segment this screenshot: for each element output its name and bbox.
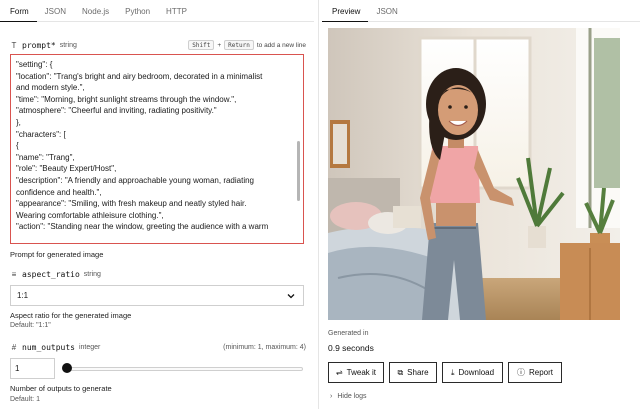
- prompt-line: and modern style.",: [16, 83, 85, 93]
- tab-form[interactable]: Form: [0, 0, 37, 22]
- list-type-icon: ≡: [11, 270, 17, 279]
- aspect-ratio-field-header: ≡ aspect_ratio string: [10, 270, 306, 279]
- hint-text: to add a new line: [256, 41, 306, 49]
- required-mark: *: [50, 40, 56, 50]
- num-outputs-field-type: integer: [78, 344, 101, 351]
- prompt-line: },: [16, 117, 21, 127]
- tab-preview[interactable]: Preview: [322, 0, 369, 22]
- report-label: Report: [528, 368, 553, 377]
- download-label: Download: [458, 368, 495, 377]
- prompt-field-name: prompt: [22, 40, 51, 50]
- tab-json[interactable]: JSON: [37, 0, 74, 22]
- prompt-line: "action": "Standing near the window, gre…: [16, 222, 269, 232]
- hint-plus: +: [217, 41, 222, 49]
- tab-python[interactable]: Python: [117, 0, 158, 22]
- share-button[interactable]: ⧉ Share: [389, 362, 437, 383]
- panel-divider: [318, 0, 319, 409]
- prompt-line: "setting": {: [16, 60, 53, 69]
- num-outputs-input[interactable]: 1: [10, 358, 55, 379]
- prompt-line: "characters": [: [16, 129, 66, 139]
- output-tabs: Preview JSON: [322, 0, 640, 22]
- num-outputs-slider-thumb[interactable]: [62, 363, 72, 373]
- num-outputs-range: (minimum: 1, maximum: 4): [223, 344, 306, 351]
- prompt-line: "time": "Morning, bright sunlight stream…: [16, 94, 237, 104]
- prompt-line: "description": "A friendly and approacha…: [16, 175, 254, 185]
- num-outputs-field-name: num_outputs: [22, 343, 75, 352]
- return-key: Return: [224, 40, 254, 50]
- newline-hint: Shift + Return to add a new line: [188, 40, 306, 50]
- prompt-line: "location": "Trang's bright and airy bed…: [16, 71, 263, 81]
- preview-actions: ⇌ Tweak it ⧉ Share ⤓ Download ⓘ Report: [328, 362, 562, 383]
- chevron-right-icon: ›: [330, 393, 333, 400]
- aspect-ratio-select[interactable]: 1:1: [10, 285, 304, 306]
- aspect-ratio-default: Default: "1:1": [10, 322, 51, 329]
- prompt-line: {: [16, 141, 19, 151]
- prompt-line: confidence and health.",: [16, 187, 102, 197]
- num-outputs-default: Default: 1: [10, 396, 40, 403]
- tab-nodejs[interactable]: Node.js: [74, 0, 117, 22]
- prompt-description: Prompt for generated image: [10, 250, 104, 259]
- input-form-panel: Form JSON Node.js Python HTTP T prompt *…: [0, 0, 314, 409]
- share-label: Share: [407, 368, 429, 377]
- generated-in-label: Generated in: [328, 330, 369, 337]
- tab-output-json[interactable]: JSON: [368, 0, 405, 22]
- hide-logs-toggle[interactable]: › Hide logs: [330, 393, 367, 400]
- hide-logs-label: Hide logs: [337, 393, 367, 400]
- prompt-line: "role": "Beauty Expert/Host",: [16, 164, 117, 174]
- shift-key: Shift: [188, 40, 215, 50]
- prompt-field-type: string: [59, 41, 77, 49]
- input-tabs: Form JSON Node.js Python HTTP: [0, 0, 314, 22]
- textarea-scrollbar[interactable]: [297, 141, 300, 201]
- generated-image: [328, 28, 620, 320]
- download-button[interactable]: ⤓ Download: [442, 362, 503, 383]
- generated-in-value: 0.9 seconds: [328, 343, 374, 353]
- output-preview-panel: Preview JSON Generated in 0.9 seconds ⇌ …: [322, 0, 640, 409]
- text-type-icon: T: [11, 40, 17, 50]
- prompt-line: "atmosphere": "Cheerful and inviting, ra…: [16, 106, 217, 116]
- report-button[interactable]: ⓘ Report: [508, 362, 562, 383]
- num-outputs-slider-track[interactable]: [66, 367, 303, 371]
- download-icon: ⤓: [450, 367, 455, 377]
- prompt-line: Wearing comfortable athleisure clothing.…: [16, 210, 164, 220]
- prompt-line: "name": "Trang",: [16, 152, 75, 162]
- tweak-it-label: Tweak it: [346, 368, 377, 377]
- sliders-icon: ⇌: [335, 368, 343, 377]
- aspect-ratio-field-name: aspect_ratio: [22, 270, 80, 279]
- prompt-field-header: T prompt * string Shift + Return to add …: [10, 40, 306, 50]
- report-icon: ⓘ: [516, 368, 525, 377]
- number-type-icon: #: [11, 343, 17, 352]
- prompt-textarea[interactable]: "setting": { "location": "Trang's bright…: [10, 54, 304, 244]
- num-outputs-description: Number of outputs to generate: [10, 384, 112, 393]
- aspect-ratio-value: 1:1: [17, 291, 29, 300]
- tweak-it-button[interactable]: ⇌ Tweak it: [328, 362, 384, 383]
- aspect-ratio-description: Aspect ratio for the generated image: [10, 311, 132, 320]
- num-outputs-field-header: # num_outputs integer (minimum: 1, maxim…: [10, 343, 306, 352]
- generated-image-illustration: [328, 28, 620, 320]
- aspect-ratio-field-type: string: [83, 271, 101, 278]
- share-icon: ⧉: [397, 367, 404, 377]
- prompt-line: "appearance": "Smiling, with fresh makeu…: [16, 199, 247, 209]
- chevron-down-icon: [287, 293, 295, 298]
- tab-http[interactable]: HTTP: [158, 0, 195, 22]
